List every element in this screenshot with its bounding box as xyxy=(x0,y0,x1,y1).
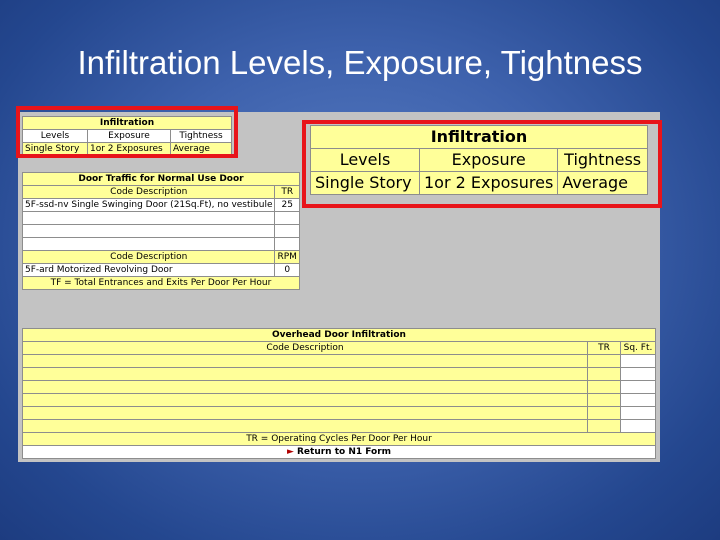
table-row[interactable] xyxy=(587,419,621,433)
rpm-header: RPM xyxy=(274,250,300,264)
table-row[interactable] xyxy=(620,354,656,368)
door-traffic-title: Door Traffic for Normal Use Door xyxy=(22,172,300,186)
overhead-tr-header: TR xyxy=(587,341,621,355)
overhead-footnote: TR = Operating Cycles Per Door Per Hour xyxy=(22,432,656,446)
table-row[interactable] xyxy=(274,224,300,238)
door-traffic-table: Door Traffic for Normal Use Door Code De… xyxy=(21,172,300,290)
table-row[interactable] xyxy=(22,406,588,420)
table-row[interactable] xyxy=(620,406,656,420)
table-row[interactable] xyxy=(22,380,588,394)
table-row[interactable] xyxy=(587,354,621,368)
table-row[interactable] xyxy=(21,237,276,251)
table-row[interactable] xyxy=(620,380,656,394)
highlight-box-small xyxy=(16,106,238,158)
table-row[interactable] xyxy=(22,354,588,368)
table-row[interactable] xyxy=(620,419,656,433)
revolving-code-cell[interactable]: 5F-ard Motorized Revolving Door xyxy=(21,263,276,277)
overhead-title: Overhead Door Infiltration xyxy=(22,328,656,342)
table-row[interactable] xyxy=(22,419,588,433)
arrow-right-icon: ► xyxy=(286,447,294,457)
revolving-rpm-cell[interactable]: 0 xyxy=(274,263,300,277)
return-link-label: Return to N1 Form xyxy=(297,447,392,457)
table-row[interactable] xyxy=(587,406,621,420)
table-row[interactable] xyxy=(21,211,276,225)
return-to-n1-link[interactable]: ► Return to N1 Form xyxy=(22,445,656,459)
table-row[interactable] xyxy=(587,380,621,394)
door-traffic-footnote: TF = Total Entrances and Exits Per Door … xyxy=(22,276,300,290)
table-row[interactable] xyxy=(21,224,276,238)
highlight-box-zoom xyxy=(302,120,662,208)
overhead-sqft-header: Sq. Ft. xyxy=(620,341,656,355)
overhead-door-table: Overhead Door Infiltration Code Descript… xyxy=(22,328,656,459)
table-row[interactable] xyxy=(22,393,588,407)
table-row[interactable] xyxy=(587,393,621,407)
slide-title: Infiltration Levels, Exposure, Tightness xyxy=(77,44,643,81)
overhead-code-header: Code Description xyxy=(22,341,588,355)
code-description-header-2: Code Description xyxy=(21,250,276,264)
table-row[interactable] xyxy=(22,367,588,381)
table-row[interactable] xyxy=(274,211,300,225)
door-code-cell[interactable]: 5F-ssd-nv Single Swinging Door (21Sq.Ft)… xyxy=(21,198,276,212)
table-row[interactable] xyxy=(620,367,656,381)
door-tr-cell[interactable]: 25 xyxy=(274,198,300,212)
table-row[interactable] xyxy=(587,367,621,381)
table-row[interactable] xyxy=(620,393,656,407)
tr-header: TR xyxy=(274,185,300,199)
table-row[interactable] xyxy=(274,237,300,251)
code-description-header: Code Description xyxy=(21,185,276,199)
